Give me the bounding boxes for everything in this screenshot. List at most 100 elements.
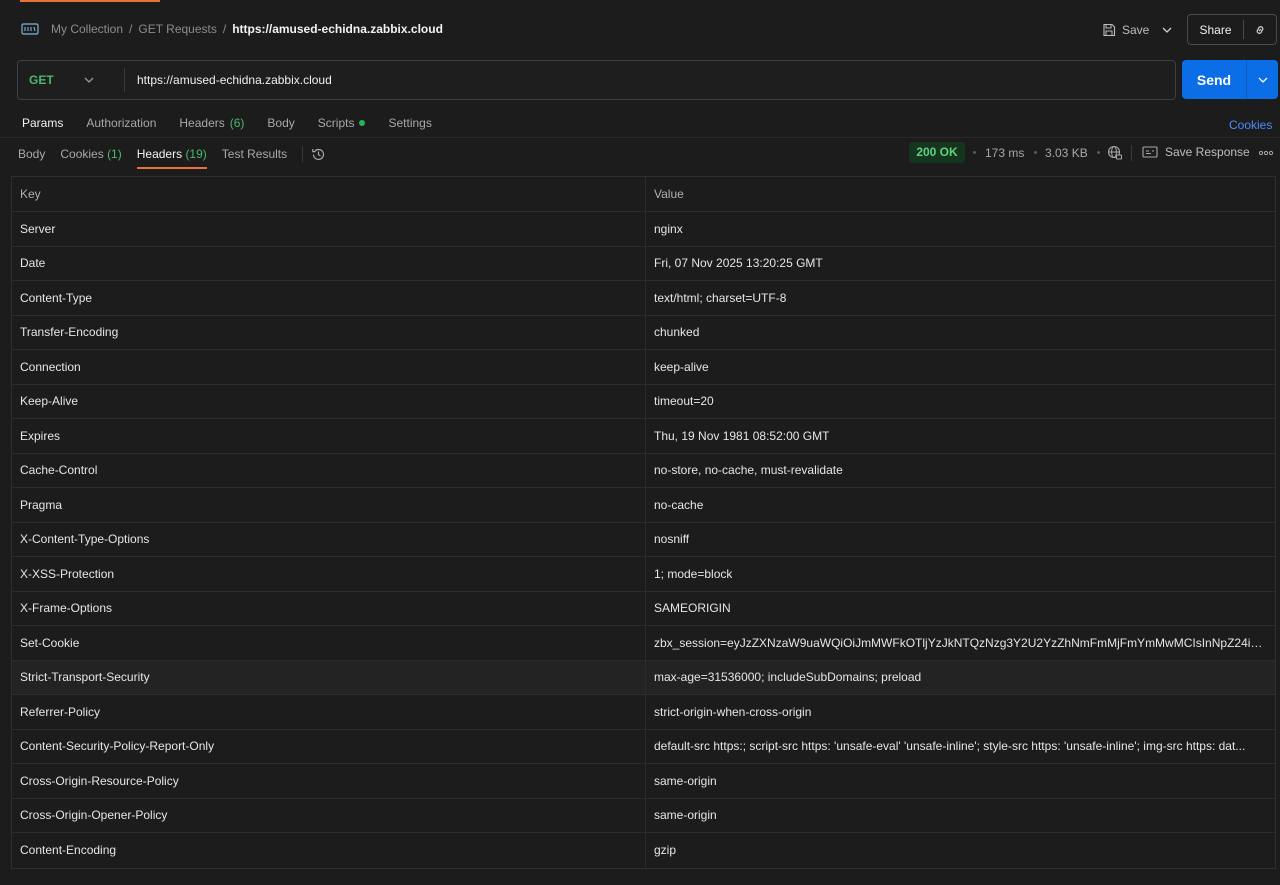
tab-authorization[interactable]: Authorization [86,116,156,130]
share-button[interactable]: Share [1188,23,1243,37]
breadcrumb-folder[interactable]: GET Requests [138,22,216,36]
tab-headers[interactable]: Headers (6) [179,116,244,130]
header-value-cell[interactable]: default-src https:; script-src https: 'u… [646,730,1275,764]
table-row[interactable]: X-XSS-Protection 1; mode=block [12,557,1275,592]
table-row[interactable]: Strict-Transport-Security max-age=3153600… [12,660,1275,695]
header-value-cell[interactable]: 1; mode=block [646,557,1275,591]
response-tab-test-results[interactable]: Test Results [222,147,287,168]
header-key-cell[interactable]: Pragma [12,488,646,522]
table-row[interactable]: X-Frame-Options SAMEORIGIN [12,591,1275,626]
tab-settings[interactable]: Settings [388,116,431,130]
header-value-cell[interactable]: nginx [646,212,1275,246]
header-value-cell[interactable]: Fri, 07 Nov 2025 13:20:25 GMT [646,247,1275,281]
header-value-cell[interactable]: keep-alive [646,350,1275,384]
more-options-icon[interactable] [1259,150,1273,156]
save-response-button[interactable]: Save Response [1142,145,1250,159]
response-size[interactable]: 3.03 KB [1045,146,1088,160]
method-select[interactable]: GET [18,73,124,87]
header-value-cell[interactable]: no-cache [646,488,1275,522]
header-value-text: same-origin [654,773,717,788]
header-key-cell[interactable]: X-XSS-Protection [12,557,646,591]
send-button[interactable]: Send [1182,72,1246,88]
header-value-text: gzip [654,843,677,858]
response-tab-body[interactable]: Body [18,147,45,168]
header-key-cell[interactable]: Set-Cookie [12,626,646,660]
link-icon [1256,25,1264,34]
save-icon [1103,23,1116,37]
tab-body[interactable]: Body [267,116,294,130]
header-value-cell[interactable]: no-store, no-cache, must-revalidate [646,454,1275,488]
table-row[interactable]: Expires Thu, 19 Nov 1981 08:52:00 GMT [12,419,1275,454]
table-row[interactable]: Date Fri, 07 Nov 2025 13:20:25 GMT [12,246,1275,281]
history-icon[interactable] [311,147,326,162]
network-globe-icon[interactable] [1107,145,1123,161]
header-value-cell[interactable]: Thu, 19 Nov 1981 08:52:00 GMT [646,419,1275,453]
breadcrumb-current-request[interactable]: https://amused-echidna.zabbix.cloud [232,22,443,36]
header-key-cell[interactable]: Date [12,246,646,280]
separator-dot [1034,151,1037,154]
header-value-cell[interactable]: chunked [646,316,1275,350]
header-key-cell[interactable]: X-Content-Type-Options [12,522,646,556]
url-input[interactable] [125,73,1175,87]
table-row[interactable]: Cross-Origin-Resource-Policy same-origin [12,764,1275,799]
table-row[interactable]: Connection keep-alive [12,350,1275,385]
save-button[interactable]: Save [1097,17,1154,43]
header-value-cell[interactable]: strict-origin-when-cross-origin [646,695,1275,729]
save-options-button[interactable] [1160,23,1174,37]
table-row[interactable]: Content-Type text/html; charset=UTF-8 [12,281,1275,316]
send-options-button[interactable] [1247,77,1278,83]
header-key-cell[interactable]: Referrer-Policy [12,695,646,729]
header-value-text: no-cache [654,497,704,512]
header-key-cell[interactable]: Content-Security-Policy-Report-Only [12,729,646,763]
table-row[interactable]: Referrer-Policy strict-origin-when-cross-… [12,695,1275,730]
header-key-cell[interactable]: Transfer-Encoding [12,315,646,349]
header-key-cell[interactable]: Keep-Alive [12,384,646,418]
header-key-cell[interactable]: Expires [12,419,646,453]
separator-dot [973,151,976,154]
header-value-cell[interactable]: max-age=31536000; includeSubDomains; pre… [646,661,1275,695]
table-row[interactable]: Transfer-Encoding chunked [12,315,1275,350]
header-value-cell[interactable]: gzip [646,833,1275,868]
response-tab-headers[interactable]: Headers (19) [136,147,207,169]
table-row[interactable]: Content-Security-Policy-Report-Only defau… [12,729,1275,764]
header-value-cell[interactable]: same-origin [646,799,1275,833]
header-key-cell[interactable]: Content-Type [12,281,646,315]
table-row[interactable]: Content-Encoding gzip [12,833,1275,868]
response-bar: Body Cookies (1) Headers (19) Test Resul… [0,137,1280,170]
header-key-cell[interactable]: Connection [12,350,646,384]
header-value-cell[interactable]: text/html; charset=UTF-8 [646,281,1275,315]
header-value-cell[interactable]: nosniff [646,523,1275,557]
response-tab-cookies[interactable]: Cookies (1) [60,147,121,168]
header-value-cell[interactable]: zbx_session=eyJzZXNzaW9uaWQiOiJmMWFkOTlj… [646,626,1275,660]
header-key-cell[interactable]: X-Frame-Options [12,591,646,625]
header-key-cell[interactable]: Content-Encoding [12,833,646,868]
header-value-text: text/html; charset=UTF-8 [654,290,787,305]
tab-count: (19) [185,147,207,161]
tab-params[interactable]: Params [22,116,63,130]
table-row[interactable]: Pragma no-cache [12,488,1275,523]
header-key-cell[interactable]: Cache-Control [12,453,646,487]
table-row[interactable]: Cross-Origin-Opener-Policy same-origin [12,798,1275,833]
header-value-cell[interactable]: timeout=20 [646,385,1275,419]
table-row[interactable]: Cache-Control no-store, no-cache, must-re… [12,453,1275,488]
status-badge[interactable]: 200 OK [909,142,965,163]
response-time[interactable]: 173 ms [985,146,1024,160]
tab-count: (6) [229,116,245,130]
cookies-link[interactable]: Cookies [1229,118,1272,132]
header-key-cell[interactable]: Server [12,212,646,246]
header-value-cell[interactable]: SAMEORIGIN [646,592,1275,626]
send-control: Send [1182,60,1278,99]
table-row[interactable]: Set-Cookie zbx_session=eyJzZXNzaW9uaWQiOi… [12,626,1275,661]
breadcrumb-collection[interactable]: My Collection [51,22,123,36]
header-value-text: timeout=20 [654,394,714,409]
header-key-cell[interactable]: Cross-Origin-Opener-Policy [12,798,646,832]
table-row[interactable]: Keep-Alive timeout=20 [12,384,1275,419]
table-row[interactable]: X-Content-Type-Options nosniff [12,522,1275,557]
header-value-cell[interactable]: same-origin [646,764,1275,798]
table-row[interactable]: Server nginx [12,212,1275,247]
header-key-cell[interactable]: Cross-Origin-Resource-Policy [12,764,646,798]
copy-link-button[interactable] [1244,23,1276,37]
tab-label: Headers [136,147,183,161]
tab-scripts[interactable]: Scripts [318,116,366,130]
header-key-cell[interactable]: Strict-Transport-Security [12,660,646,694]
